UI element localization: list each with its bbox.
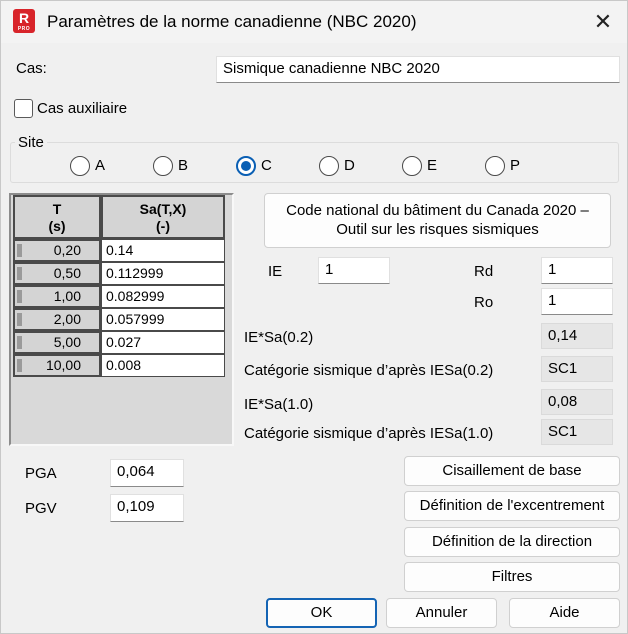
auxiliary-checkbox[interactable] (14, 99, 33, 118)
base-shear-button[interactable]: Cisaillement de base (404, 456, 620, 486)
app-icon-letter: R (18, 10, 30, 26)
site-legend: Site (15, 134, 47, 151)
row-header-t[interactable]: 0,50 (13, 262, 101, 285)
ro-label: Ro (474, 294, 494, 311)
iesa10-label: IE*Sa(1.0) (244, 396, 314, 413)
column-header-t[interactable]: T (s) (13, 195, 101, 239)
row-header-t[interactable]: 2,00 (13, 308, 101, 331)
iesa02-label: IE*Sa(0.2) (244, 329, 314, 346)
site-radio-d[interactable] (319, 156, 339, 176)
cat10-value: SC1 (541, 419, 613, 445)
table-cell-sa[interactable]: 0.027 (101, 331, 225, 354)
seismic-hazard-tool-button[interactable]: Code national du bâtiment du Canada 2020… (264, 193, 611, 248)
site-radio-b-label: B (178, 157, 189, 174)
ok-button[interactable]: OK (266, 598, 377, 628)
site-radio-p-label: P (510, 157, 521, 174)
column-header-t-line2: (s) (48, 218, 66, 234)
help-button[interactable]: Aide (509, 598, 620, 628)
iesa10-value: 0,08 (541, 389, 613, 415)
table-cell-sa[interactable]: 0.057999 (101, 308, 225, 331)
site-radio-d-label: D (344, 157, 355, 174)
cancel-button[interactable]: Annuler (386, 598, 497, 628)
row-header-t[interactable]: 0,20 (13, 239, 101, 262)
title-bar: R PRO Paramètres de la norme canadienne … (1, 1, 627, 43)
ro-field[interactable]: 1 (541, 288, 613, 315)
eccentricity-button[interactable]: Définition de l'excentrement (404, 491, 620, 521)
column-header-sa-line1: Sa(T,X) (139, 201, 187, 217)
rd-field[interactable]: 1 (541, 257, 613, 284)
site-radio-p[interactable] (485, 156, 505, 176)
cas-label: Cas: (16, 60, 47, 77)
site-radio-e[interactable] (402, 156, 422, 176)
cat02-label: Catégorie sismique d’après IESa(0.2) (244, 362, 494, 379)
row-header-t[interactable]: 1,00 (13, 285, 101, 308)
close-icon[interactable]: ✕ (585, 4, 621, 40)
row-header-t[interactable]: 5,00 (13, 331, 101, 354)
table-cell-sa[interactable]: 0.008 (101, 354, 225, 377)
site-radio-a-label: A (95, 157, 106, 174)
filters-button[interactable]: Filtres (404, 562, 620, 592)
cat10-label: Catégorie sismique d’après IESa(1.0) (244, 425, 494, 442)
site-radio-a[interactable] (70, 156, 90, 176)
column-header-sa[interactable]: Sa(T,X) (-) (101, 195, 225, 239)
dialog-window: R PRO Paramètres de la norme canadienne … (0, 0, 628, 634)
robot-app-icon: R PRO (13, 9, 35, 33)
table-cell-sa[interactable]: 0.14 (101, 239, 225, 262)
seismic-hazard-tool-line2: Outil sur les risques sismiques (336, 221, 539, 238)
spectrum-table: T (s) Sa(T,X) (-) 0,20 0.14 0,50 0.11299… (9, 193, 234, 446)
ie-field[interactable]: 1 (318, 257, 390, 284)
pga-label: PGA (25, 465, 57, 482)
auxiliary-label: Cas auxiliaire (37, 100, 128, 117)
site-radio-e-label: E (427, 157, 438, 174)
site-radio-b[interactable] (153, 156, 173, 176)
rd-label: Rd (474, 263, 494, 280)
table-cell-sa[interactable]: 0.082999 (101, 285, 225, 308)
cas-field[interactable]: Sismique canadienne NBC 2020 (216, 56, 620, 83)
window-title: Paramètres de la norme canadienne (NBC 2… (47, 12, 417, 31)
table-cell-sa[interactable]: 0.112999 (101, 262, 225, 285)
ie-label: IE (268, 263, 283, 280)
column-header-t-line1: T (52, 201, 62, 217)
seismic-hazard-tool-line1: Code national du bâtiment du Canada 2020… (286, 202, 589, 219)
pga-field[interactable]: 0,064 (110, 459, 184, 487)
app-icon-sub: PRO (17, 26, 31, 32)
site-radio-c-label: C (261, 157, 272, 174)
column-header-sa-line2: (-) (156, 218, 170, 234)
pgv-field[interactable]: 0,109 (110, 494, 184, 522)
site-radio-c[interactable] (236, 156, 256, 176)
cat02-value: SC1 (541, 356, 613, 382)
pgv-label: PGV (25, 500, 57, 517)
direction-button[interactable]: Définition de la direction (404, 527, 620, 557)
row-header-t[interactable]: 10,00 (13, 354, 101, 377)
iesa02-value: 0,14 (541, 323, 613, 349)
